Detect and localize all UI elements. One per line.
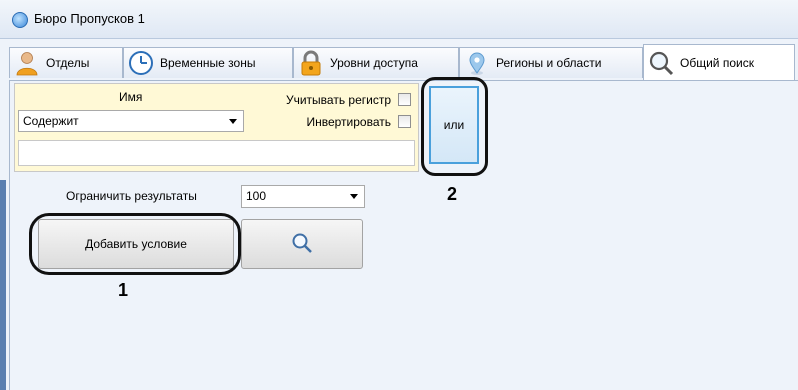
condition-value-input[interactable] bbox=[18, 140, 415, 166]
case-sensitive-checkbox[interactable] bbox=[398, 93, 411, 106]
search-icon bbox=[291, 232, 313, 257]
callout-number-2: 2 bbox=[447, 184, 458, 204]
case-sensitive-label: Учитывать регистр bbox=[285, 93, 391, 107]
tab-strip: Отделы Временные зоны Уровни доступа Рег… bbox=[9, 44, 798, 80]
tab-label: Общий поиск bbox=[680, 55, 754, 70]
invert-label: Инвертировать bbox=[306, 115, 391, 129]
tab-label: Регионы и области bbox=[496, 56, 602, 70]
search-button[interactable] bbox=[241, 219, 363, 269]
title-bar: Бюро Пропусков 1 bbox=[0, 0, 798, 39]
tab-label: Временные зоны bbox=[160, 56, 256, 70]
padlock-icon bbox=[298, 50, 324, 76]
magnifier-icon bbox=[648, 50, 674, 76]
search-condition: Имя Содержит Учитывать регистр Инвертиро… bbox=[14, 83, 419, 172]
person-icon bbox=[14, 50, 40, 76]
tab-general-search[interactable]: Общий поиск bbox=[643, 44, 795, 80]
left-edge-bar bbox=[0, 180, 6, 390]
tab-access-levels[interactable]: Уровни доступа bbox=[293, 47, 459, 78]
operator-value: Содержит bbox=[23, 114, 79, 128]
chevron-down-icon bbox=[350, 194, 358, 199]
field-name-label: Имя bbox=[119, 90, 143, 104]
clock-icon bbox=[128, 50, 154, 76]
tab-regions[interactable]: Регионы и области bbox=[459, 47, 643, 78]
chevron-down-icon bbox=[229, 119, 237, 124]
operator-select[interactable]: Содержит bbox=[18, 110, 244, 132]
tab-label: Уровни доступа bbox=[330, 56, 418, 70]
app-icon bbox=[12, 12, 28, 28]
limit-results-select[interactable]: 100 bbox=[241, 185, 365, 208]
highlight-ring-2 bbox=[421, 77, 488, 176]
map-pin-icon bbox=[464, 50, 490, 76]
highlight-ring-1 bbox=[29, 213, 241, 275]
callout-number-1: 1 bbox=[118, 280, 129, 300]
tab-time-zones[interactable]: Временные зоны bbox=[123, 47, 293, 78]
limit-results-label: Ограничить результаты bbox=[66, 189, 197, 203]
app-window: Бюро Пропусков 1 Отделы Временные зоны У… bbox=[0, 0, 798, 390]
tab-departments[interactable]: Отделы bbox=[9, 47, 123, 78]
invert-checkbox[interactable] bbox=[398, 115, 411, 128]
tab-label: Отделы bbox=[46, 56, 90, 70]
window-title: Бюро Пропусков 1 bbox=[34, 11, 145, 26]
limit-value: 100 bbox=[246, 189, 267, 203]
